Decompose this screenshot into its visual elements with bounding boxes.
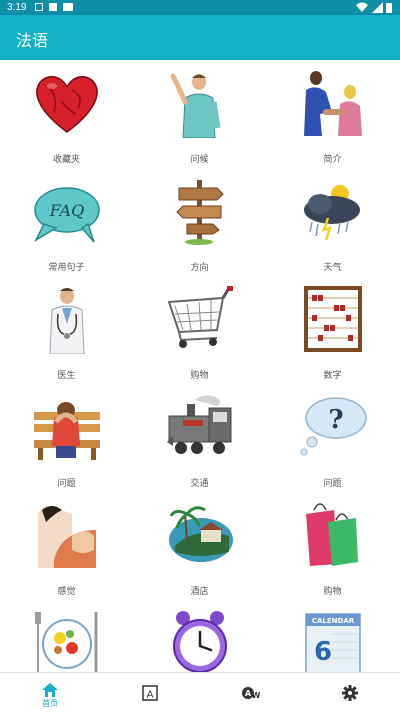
category-label: 收藏夹 [52, 155, 80, 165]
category-common-phrases[interactable]: FAQ 常用句子 [0, 168, 133, 276]
svg-text:W: W [252, 691, 260, 700]
nav-letters[interactable]: A [100, 673, 200, 712]
wifi-icon [356, 2, 368, 12]
category-hotel[interactable]: 酒店 [133, 492, 266, 600]
svg-text:?: ? [328, 405, 343, 435]
calendar-header-text: CALENDAR [312, 617, 355, 625]
status-time: 3:19 [7, 2, 27, 13]
alarm-clock-icon [173, 611, 227, 672]
nav-settings[interactable] [300, 673, 400, 712]
calendar-day-text: 6 [314, 637, 332, 667]
category-feelings[interactable]: 感觉 [0, 492, 133, 600]
nav-home-label: 首页 [42, 699, 58, 708]
train-icon [167, 395, 232, 454]
category-label: 方向 [190, 263, 209, 273]
translate-icon: A W [242, 687, 260, 700]
category-label: 购物 [190, 371, 209, 381]
category-label: 购物 [323, 587, 342, 597]
category-shopping-bags[interactable]: 购物 [266, 492, 399, 600]
nav-translate[interactable]: A W [200, 673, 300, 712]
worried-person-bench-icon [34, 402, 100, 460]
category-introduction[interactable]: 简介 [266, 60, 399, 168]
signal-icon [372, 2, 383, 13]
category-directions[interactable]: 方向 [133, 168, 266, 276]
island-hotel-icon [169, 506, 233, 562]
shopping-bags-icon [306, 503, 358, 566]
category-label: 天气 [323, 263, 342, 273]
app-title: 法语 [16, 31, 49, 50]
notification-icon [49, 3, 57, 11]
category-food[interactable] [0, 600, 133, 672]
category-label: 数字 [323, 371, 342, 381]
category-favorites[interactable]: 收藏夹 [0, 60, 133, 168]
category-weather[interactable]: 天气 [266, 168, 399, 276]
category-shopping[interactable]: 购物 [133, 276, 266, 384]
home-icon [42, 683, 58, 697]
category-label: 医生 [57, 371, 76, 381]
signpost-icon [176, 180, 224, 245]
battery-icon [386, 3, 392, 13]
category-transport[interactable]: 交通 [133, 384, 266, 492]
category-doctor[interactable]: 医生 [0, 276, 133, 384]
calendar-icon: CALENDAR 6 [305, 613, 361, 672]
nav-home[interactable]: 首页 [0, 673, 100, 712]
handshake-icon [304, 71, 362, 136]
faq-speech-bubble-icon: FAQ [34, 187, 100, 243]
svg-text:A: A [147, 690, 154, 701]
letter-a-icon: A [142, 685, 158, 701]
plate-food-icon [35, 612, 98, 672]
storm-cloud-icon [304, 185, 360, 241]
folder-icon [63, 3, 73, 11]
category-label: 交通 [190, 479, 209, 489]
category-label: 常用句子 [48, 263, 85, 273]
abacus-icon [304, 286, 362, 352]
category-label: 问题 [323, 479, 342, 489]
category-grid[interactable]: 收藏夹 问候 简介 FAQ 常用句子 方向 天气 医生 购物 数字 问题 交通 … [0, 60, 400, 672]
category-label: 感觉 [57, 587, 76, 597]
category-calendar[interactable]: CALENDAR 6 [266, 600, 399, 672]
svg-text:FAQ: FAQ [49, 201, 84, 220]
category-label: 问题 [57, 479, 76, 489]
shopping-cart-icon [167, 286, 233, 348]
category-label: 酒店 [190, 587, 209, 597]
feelings-icon [38, 506, 96, 568]
question-cloud-icon: ? [300, 397, 367, 456]
category-label: 问候 [190, 155, 209, 165]
doctor-icon [49, 288, 85, 354]
heart-icon [36, 76, 98, 133]
gear-icon [342, 685, 358, 701]
category-problems[interactable]: 问题 [0, 384, 133, 492]
notification-icon [35, 3, 43, 11]
category-questions[interactable]: ? 问题 [266, 384, 399, 492]
category-time[interactable] [133, 600, 266, 672]
app-bar: 法语 [0, 15, 400, 60]
category-greetings[interactable]: 问候 [133, 60, 266, 168]
bottom-navigation: 首页 A A W [0, 672, 400, 712]
waving-man-icon [170, 73, 221, 138]
category-numbers[interactable]: 数字 [266, 276, 399, 384]
category-label: 简介 [323, 155, 342, 165]
status-bar: 3:19 [0, 0, 400, 15]
